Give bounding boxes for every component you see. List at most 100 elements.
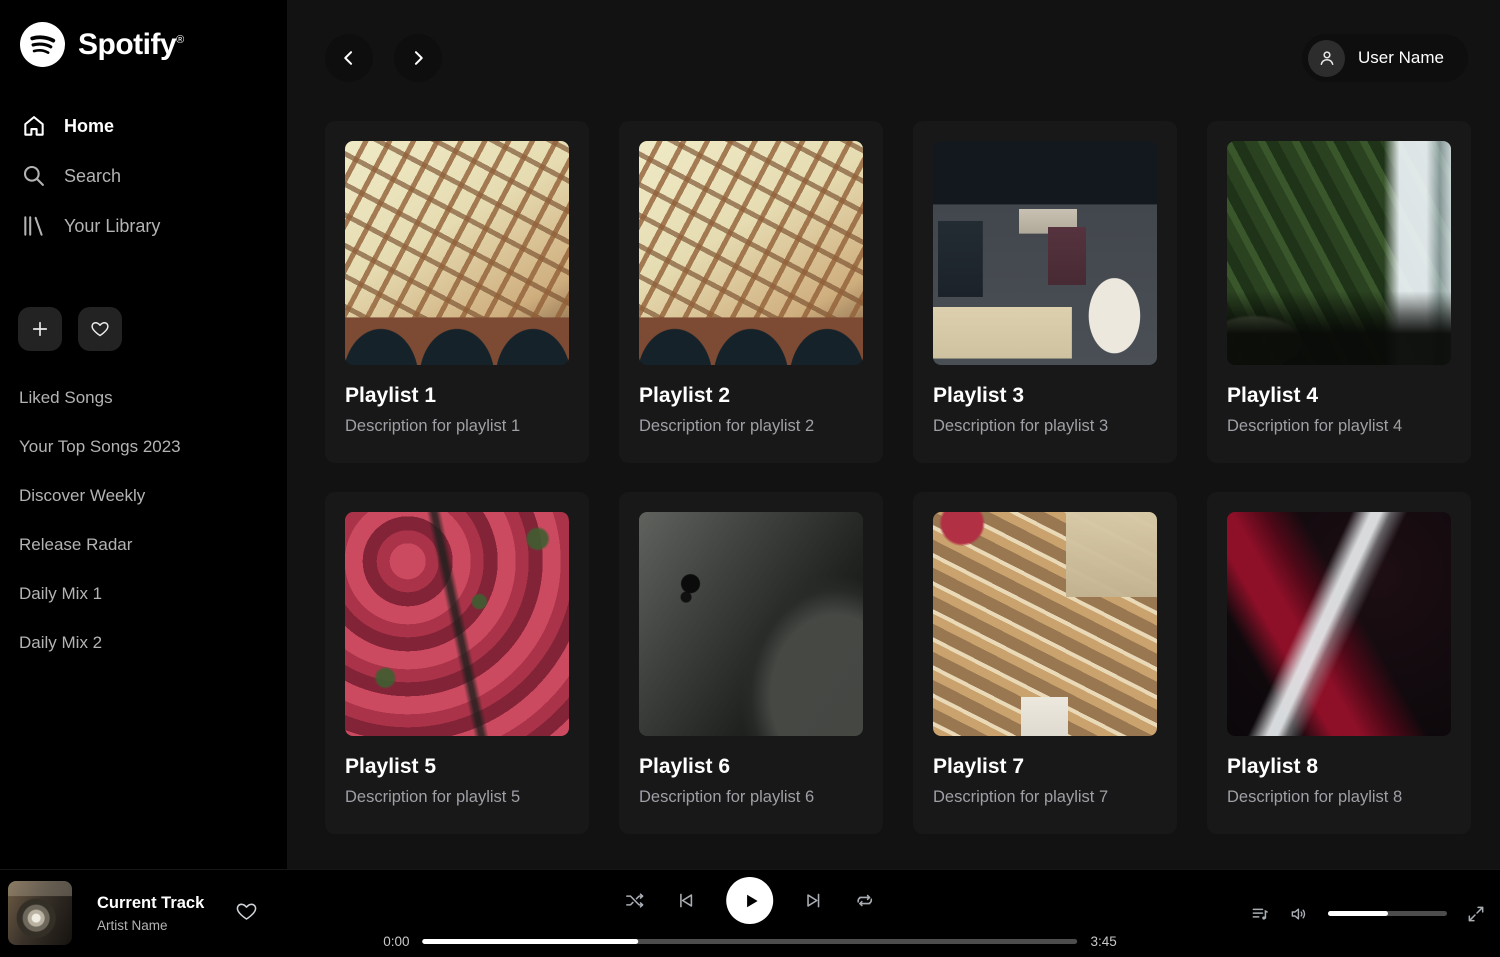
repeat-icon [855, 890, 876, 911]
progress-row: 0:00 3:45 [383, 934, 1117, 949]
playlist-cover-image [1227, 141, 1451, 365]
playlist-cover-image [345, 141, 569, 365]
user-menu-button[interactable]: User Name [1302, 34, 1468, 82]
sidebar-playlist-link[interactable]: Daily Mix 2 [0, 618, 287, 667]
history-navigation [325, 34, 442, 82]
playlist-title: Playlist 5 [345, 755, 569, 779]
sidebar-playlist-link[interactable]: Your Top Songs 2023 [0, 422, 287, 471]
topbar: User Name [325, 34, 1468, 82]
progress-fill [423, 939, 639, 944]
total-duration: 3:45 [1091, 934, 1117, 949]
playback-controls: 0:00 3:45 [383, 877, 1117, 949]
playlist-cover-image [933, 141, 1157, 365]
home-icon [21, 113, 47, 139]
main-content: User Name Playlist 1 Description for pla… [287, 0, 1500, 869]
now-playing: Current Track Artist Name [8, 881, 258, 945]
queue-button[interactable] [1250, 904, 1270, 924]
album-art [8, 881, 72, 945]
playlist-title: Playlist 4 [1227, 384, 1451, 408]
sidebar-item-label: Your Library [64, 216, 160, 237]
person-icon [1317, 48, 1337, 68]
playlist-card-3[interactable]: Playlist 3 Description for playlist 3 [913, 121, 1177, 463]
queue-icon [1250, 904, 1270, 924]
liked-songs-button[interactable] [78, 307, 122, 351]
playlist-title: Playlist 2 [639, 384, 863, 408]
repeat-button[interactable] [855, 890, 876, 911]
playlist-description: Description for playlist 1 [345, 417, 569, 436]
playlist-description: Description for playlist 6 [639, 788, 863, 807]
playlist-card-7[interactable]: Playlist 7 Description for playlist 7 [913, 492, 1177, 834]
playlist-card-6[interactable]: Playlist 6 Description for playlist 6 [619, 492, 883, 834]
brand-name: Spotify® [78, 28, 184, 62]
create-playlist-button[interactable] [18, 307, 62, 351]
volume-icon [1289, 904, 1309, 924]
chevron-left-icon [339, 48, 359, 68]
playlist-cover-image [1227, 512, 1451, 736]
spotify-logo-icon [20, 22, 65, 67]
playlist-cover-image [345, 512, 569, 736]
shuffle-icon [625, 890, 646, 911]
next-track-button[interactable] [804, 890, 825, 911]
playlist-description: Description for playlist 4 [1227, 417, 1451, 436]
back-button[interactable] [325, 34, 373, 82]
playlist-title: Playlist 1 [345, 384, 569, 408]
seek-bar[interactable] [423, 939, 1078, 944]
play-button[interactable] [727, 877, 774, 924]
playlist-description: Description for playlist 8 [1227, 788, 1451, 807]
elapsed-time: 0:00 [383, 934, 409, 949]
playlist-card-2[interactable]: Playlist 2 Description for playlist 2 [619, 121, 883, 463]
playlist-cover-image [933, 512, 1157, 736]
fullscreen-button[interactable] [1466, 904, 1486, 924]
like-track-button[interactable] [235, 900, 258, 926]
playlist-description: Description for playlist 7 [933, 788, 1157, 807]
next-track-icon [804, 890, 825, 911]
fullscreen-icon [1466, 904, 1486, 924]
sidebar-nav: Home Search Your Library [0, 101, 287, 251]
forward-button[interactable] [394, 34, 442, 82]
sidebar-playlist-link[interactable]: Daily Mix 1 [0, 569, 287, 618]
search-icon [21, 163, 47, 189]
plus-icon [30, 319, 50, 339]
playlist-title: Playlist 3 [933, 384, 1157, 408]
playlist-card-5[interactable]: Playlist 5 Description for playlist 5 [325, 492, 589, 834]
sidebar-playlists: Liked SongsYour Top Songs 2023Discover W… [0, 373, 287, 667]
sidebar-playlist-link[interactable]: Liked Songs [0, 373, 287, 422]
library-icon [21, 213, 47, 239]
sidebar-item-home[interactable]: Home [0, 101, 287, 151]
artist-name: Artist Name [97, 918, 204, 933]
sidebar-item-search[interactable]: Search [0, 151, 287, 201]
playlist-description: Description for playlist 3 [933, 417, 1157, 436]
playlist-title: Playlist 6 [639, 755, 863, 779]
playlist-card-1[interactable]: Playlist 1 Description for playlist 1 [325, 121, 589, 463]
playlist-card-4[interactable]: Playlist 4 Description for playlist 4 [1207, 121, 1471, 463]
secondary-controls [1250, 904, 1486, 924]
registered-mark: ® [176, 34, 184, 46]
track-title: Current Track [97, 894, 204, 913]
playlist-card-8[interactable]: Playlist 8 Description for playlist 8 [1207, 492, 1471, 834]
shuffle-button[interactable] [625, 890, 646, 911]
volume-button[interactable] [1289, 904, 1309, 924]
volume-slider[interactable] [1328, 911, 1447, 916]
previous-track-button[interactable] [676, 890, 697, 911]
avatar [1308, 40, 1345, 77]
playlist-title: Playlist 7 [933, 755, 1157, 779]
spotify-logo: Spotify® [20, 22, 287, 67]
playlist-cover-image [639, 141, 863, 365]
sidebar-actions [18, 307, 287, 351]
sidebar-item-label: Search [64, 166, 121, 187]
heart-icon [90, 319, 110, 339]
sidebar-playlist-link[interactable]: Release Radar [0, 520, 287, 569]
playlist-description: Description for playlist 5 [345, 788, 569, 807]
sidebar-item-your-library[interactable]: Your Library [0, 201, 287, 251]
playlist-cover-image [639, 512, 863, 736]
sidebar-item-label: Home [64, 116, 114, 137]
user-name-label: User Name [1358, 48, 1444, 68]
sidebar: Spotify® Home Search Your Library Liked … [0, 0, 287, 869]
volume-fill [1328, 911, 1388, 916]
playlist-title: Playlist 8 [1227, 755, 1451, 779]
sidebar-playlist-link[interactable]: Discover Weekly [0, 471, 287, 520]
previous-track-icon [676, 890, 697, 911]
heart-icon [235, 900, 258, 923]
transport-buttons [625, 877, 876, 924]
playlist-grid: Playlist 1 Description for playlist 1 Pl… [325, 121, 1468, 834]
